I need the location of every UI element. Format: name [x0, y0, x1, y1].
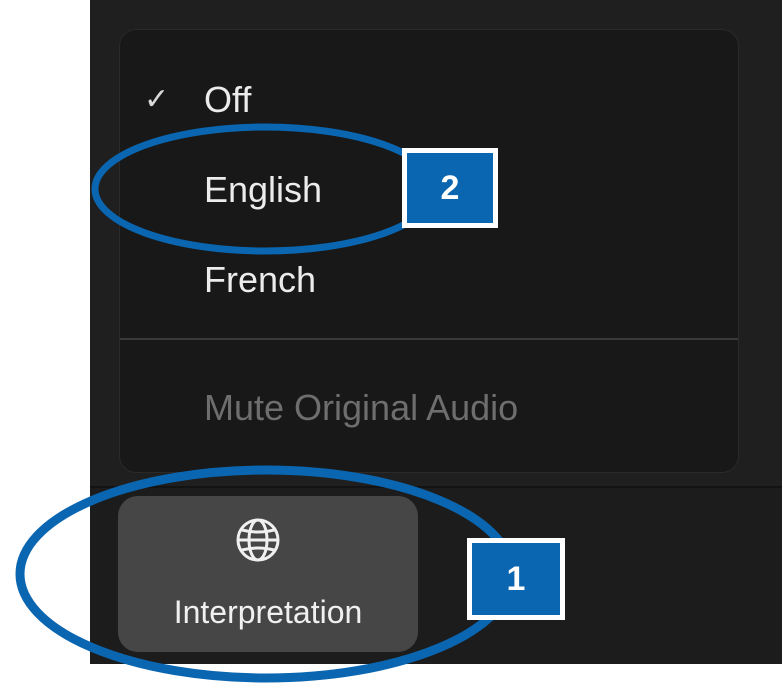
menu-item-label: English: [204, 169, 323, 210]
menu-item-french[interactable]: French: [120, 244, 738, 316]
callout-badge-2: 2: [402, 148, 498, 228]
interpretation-label: Interpretation: [173, 594, 363, 630]
mute-original-audio-item: Mute Original Audio: [204, 387, 519, 428]
globe-icon: [236, 518, 280, 562]
menu-item-off[interactable]: ✓ Off: [120, 64, 738, 136]
menu-item-label: French: [204, 259, 317, 300]
callout-badge-1: 1: [467, 538, 565, 620]
interpretation-button[interactable]: Interpretation: [118, 496, 418, 652]
menu-divider: [120, 338, 738, 340]
interpretation-language-menu: ✓ Off English French Mute Original Audio: [120, 30, 738, 472]
checkmark-icon: ✓: [144, 83, 170, 116]
menu-item-label: Off: [204, 79, 252, 120]
